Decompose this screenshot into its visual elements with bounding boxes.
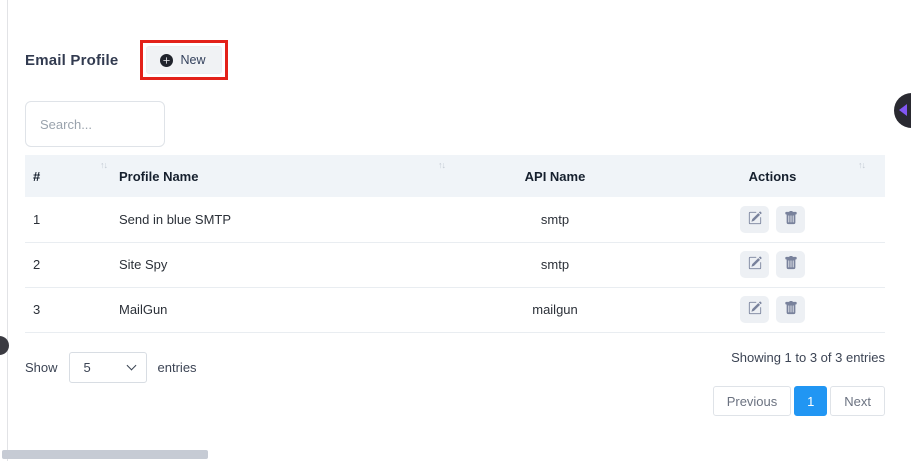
- table-row: 3 MailGun mailgun: [25, 287, 885, 332]
- trash-icon: [784, 256, 798, 273]
- column-header-api-name[interactable]: API Name: [450, 155, 660, 197]
- new-button-label: New: [180, 53, 205, 67]
- trash-icon: [784, 211, 798, 228]
- caret-left-icon: [899, 104, 907, 116]
- row-index: 1: [25, 197, 113, 242]
- page-length-control: Show 5 entries: [25, 352, 197, 383]
- table-header-row: # ↑↓ Profile Name ↑↓ API Name Actions ↑↓: [25, 155, 885, 197]
- row-index: 3: [25, 287, 113, 332]
- delete-button[interactable]: [776, 251, 805, 278]
- page-header: Email Profile New: [25, 40, 228, 80]
- new-button[interactable]: New: [146, 46, 222, 74]
- delete-button[interactable]: [776, 206, 805, 233]
- row-profile-name: Site Spy: [113, 242, 450, 287]
- trash-icon: [784, 301, 798, 318]
- customizer-toggle-button[interactable]: [894, 93, 911, 128]
- edit-pencil-icon: [748, 301, 762, 318]
- sort-icon[interactable]: ↑↓: [438, 160, 445, 170]
- row-profile-name: Send in blue SMTP: [113, 197, 450, 242]
- sort-icon[interactable]: ↑↓: [858, 160, 865, 170]
- previous-page-button[interactable]: Previous: [713, 386, 792, 416]
- edit-button[interactable]: [740, 251, 769, 278]
- column-header-actions[interactable]: Actions ↑↓: [660, 155, 885, 197]
- edit-button[interactable]: [740, 206, 769, 233]
- show-label: Show: [25, 360, 58, 375]
- row-api-name: smtp: [450, 242, 660, 287]
- sort-icon[interactable]: ↑↓: [100, 160, 107, 170]
- column-header-index[interactable]: # ↑↓: [25, 155, 113, 197]
- page-length-select[interactable]: 5: [69, 352, 147, 383]
- new-button-highlight-box: New: [140, 40, 228, 80]
- column-header-index-label: #: [33, 169, 40, 184]
- column-header-profile-name-label: Profile Name: [119, 169, 198, 184]
- delete-button[interactable]: [776, 296, 805, 323]
- column-header-api-name-label: API Name: [525, 169, 586, 184]
- horizontal-scrollbar-thumb[interactable]: [2, 450, 208, 459]
- table-row: 1 Send in blue SMTP smtp: [25, 197, 885, 242]
- pagination: Previous 1 Next: [713, 386, 885, 416]
- row-index: 2: [25, 242, 113, 287]
- column-header-actions-label: Actions: [749, 169, 797, 184]
- search-input[interactable]: [25, 101, 165, 147]
- table-info: Showing 1 to 3 of 3 entries: [731, 350, 885, 365]
- column-header-profile-name[interactable]: Profile Name ↑↓: [113, 155, 450, 197]
- row-profile-name: MailGun: [113, 287, 450, 332]
- email-profile-table: # ↑↓ Profile Name ↑↓ API Name Actions ↑↓…: [25, 155, 885, 333]
- row-api-name: smtp: [450, 197, 660, 242]
- left-panel-divider: [7, 0, 8, 461]
- plus-circle-icon: [160, 54, 173, 67]
- current-page-button[interactable]: 1: [794, 386, 827, 416]
- page-title: Email Profile: [25, 52, 118, 69]
- edit-pencil-icon: [748, 256, 762, 273]
- edit-button[interactable]: [740, 296, 769, 323]
- row-api-name: mailgun: [450, 287, 660, 332]
- edit-pencil-icon: [748, 211, 762, 228]
- table-row: 2 Site Spy smtp: [25, 242, 885, 287]
- next-page-button[interactable]: Next: [830, 386, 885, 416]
- entries-label: entries: [158, 360, 197, 375]
